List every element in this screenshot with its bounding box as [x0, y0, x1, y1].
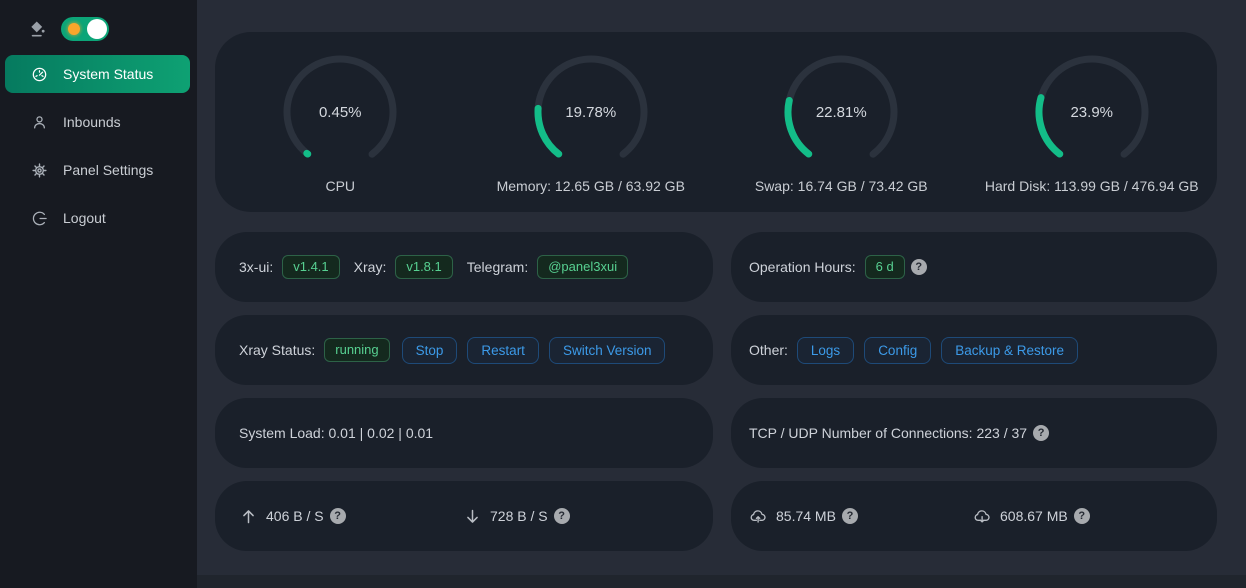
versions-card: 3x-ui: v1.4.1 Xray: v1.8.1 Telegram: @pa…	[215, 232, 713, 302]
download-speed-value: 728 B / S	[490, 508, 548, 524]
switch-version-button[interactable]: Switch Version	[549, 337, 666, 364]
config-button[interactable]: Config	[864, 337, 931, 364]
sidebar-item-panel-settings[interactable]: Panel Settings	[5, 151, 190, 189]
arrow-down-icon	[463, 507, 482, 526]
help-icon[interactable]: ?	[842, 508, 858, 524]
total-download-value: 608.67 MB	[1000, 508, 1068, 524]
connections-card: TCP / UDP Number of Connections: 223 / 3…	[731, 398, 1217, 468]
system-gauges-card: 0.45% CPU 19.78% Memory: 12.65 GB / 63.9…	[215, 32, 1217, 212]
upload-speed-value: 406 B / S	[266, 508, 324, 524]
arrow-up-icon	[239, 507, 258, 526]
upload-speed: 406 B / S ?	[239, 507, 463, 526]
swap-caption: Swap: 16.74 GB / 73.42 GB	[755, 178, 928, 194]
sidebar-item-inbounds[interactable]: Inbounds	[5, 103, 190, 141]
sidebar-item-label: Panel Settings	[63, 162, 153, 178]
connections-text: TCP / UDP Number of Connections: 223 / 3…	[749, 425, 1027, 441]
help-icon[interactable]: ?	[330, 508, 346, 524]
app-root: System Status Inbounds	[0, 0, 1246, 588]
download-speed: 728 B / S ?	[463, 507, 687, 526]
gear-icon	[31, 162, 48, 179]
logout-icon	[31, 210, 48, 227]
main-content: 0.45% CPU 19.78% Memory: 12.65 GB / 63.9…	[197, 0, 1246, 575]
cpu-percent: 0.45%	[280, 52, 400, 172]
sidebar-item-label: Logout	[63, 210, 106, 226]
dark-mode-toggle[interactable]	[61, 17, 109, 41]
disk-gauge: 23.9% Hard Disk: 113.99 GB / 476.94 GB	[967, 52, 1217, 194]
backup-restore-button[interactable]: Backup & Restore	[941, 337, 1078, 364]
sun-icon	[68, 23, 80, 35]
disk-caption: Hard Disk: 113.99 GB / 476.94 GB	[985, 178, 1199, 194]
memory-gauge: 19.78% Memory: 12.65 GB / 63.92 GB	[466, 52, 716, 194]
swap-gauge: 22.81% Swap: 16.74 GB / 73.42 GB	[716, 52, 966, 194]
sidebar-item-system-status[interactable]: System Status	[5, 55, 190, 93]
dashboard-icon	[31, 66, 48, 83]
uptime-card: Operation Hours: 6 d ?	[731, 232, 1217, 302]
total-upload: 85.74 MB ?	[749, 507, 973, 526]
uptime-label: Operation Hours:	[749, 259, 856, 275]
sidebar-item-label: Inbounds	[63, 114, 121, 130]
stop-button[interactable]: Stop	[402, 337, 458, 364]
other-actions-card: Other: Logs Config Backup & Restore	[731, 315, 1217, 385]
memory-caption: Memory: 12.65 GB / 63.92 GB	[497, 178, 685, 194]
restart-button[interactable]: Restart	[467, 337, 539, 364]
xray-label: Xray:	[354, 259, 387, 275]
toggle-knob	[87, 19, 107, 39]
xray-status-badge: running	[324, 338, 389, 362]
help-icon[interactable]: ?	[554, 508, 570, 524]
network-speed-card: 406 B / S ? 728 B / S ?	[215, 481, 713, 551]
cloud-upload-icon	[749, 507, 768, 526]
help-icon[interactable]: ?	[1033, 425, 1049, 441]
xray-status-card: Xray Status: running Stop Restart Switch…	[215, 315, 713, 385]
other-label: Other:	[749, 342, 788, 358]
total-upload-value: 85.74 MB	[776, 508, 836, 524]
xui-version-tag: v1.4.1	[282, 255, 339, 279]
cpu-caption: CPU	[325, 178, 355, 194]
user-icon	[31, 114, 48, 131]
theme-paint-icon	[28, 19, 48, 39]
cpu-gauge: 0.45% CPU	[215, 52, 465, 194]
sidebar-item-label: System Status	[63, 66, 153, 82]
sidebar-item-logout[interactable]: Logout	[5, 199, 190, 237]
help-icon[interactable]: ?	[1074, 508, 1090, 524]
disk-percent: 23.9%	[1032, 52, 1152, 172]
xray-status-label: Xray Status:	[239, 342, 315, 358]
swap-percent: 22.81%	[781, 52, 901, 172]
memory-percent: 19.78%	[531, 52, 651, 172]
help-icon[interactable]: ?	[911, 259, 927, 275]
uptime-value-tag: 6 d	[865, 255, 905, 279]
cloud-download-icon	[973, 507, 992, 526]
system-load-card: System Load: 0.01 | 0.02 | 0.01	[215, 398, 713, 468]
xui-label: 3x-ui:	[239, 259, 273, 275]
sidebar: System Status Inbounds	[0, 0, 197, 588]
network-total-card: 85.74 MB ? 608.67 MB ?	[731, 481, 1217, 551]
sidebar-menu: System Status Inbounds	[0, 55, 197, 247]
telegram-label: Telegram:	[467, 259, 528, 275]
logs-button[interactable]: Logs	[797, 337, 854, 364]
xray-version-tag: v1.8.1	[395, 255, 452, 279]
sidebar-theme-row	[0, 15, 197, 55]
total-download: 608.67 MB ?	[973, 507, 1197, 526]
telegram-tag[interactable]: @panel3xui	[537, 255, 628, 279]
system-load-text: System Load: 0.01 | 0.02 | 0.01	[239, 425, 433, 441]
